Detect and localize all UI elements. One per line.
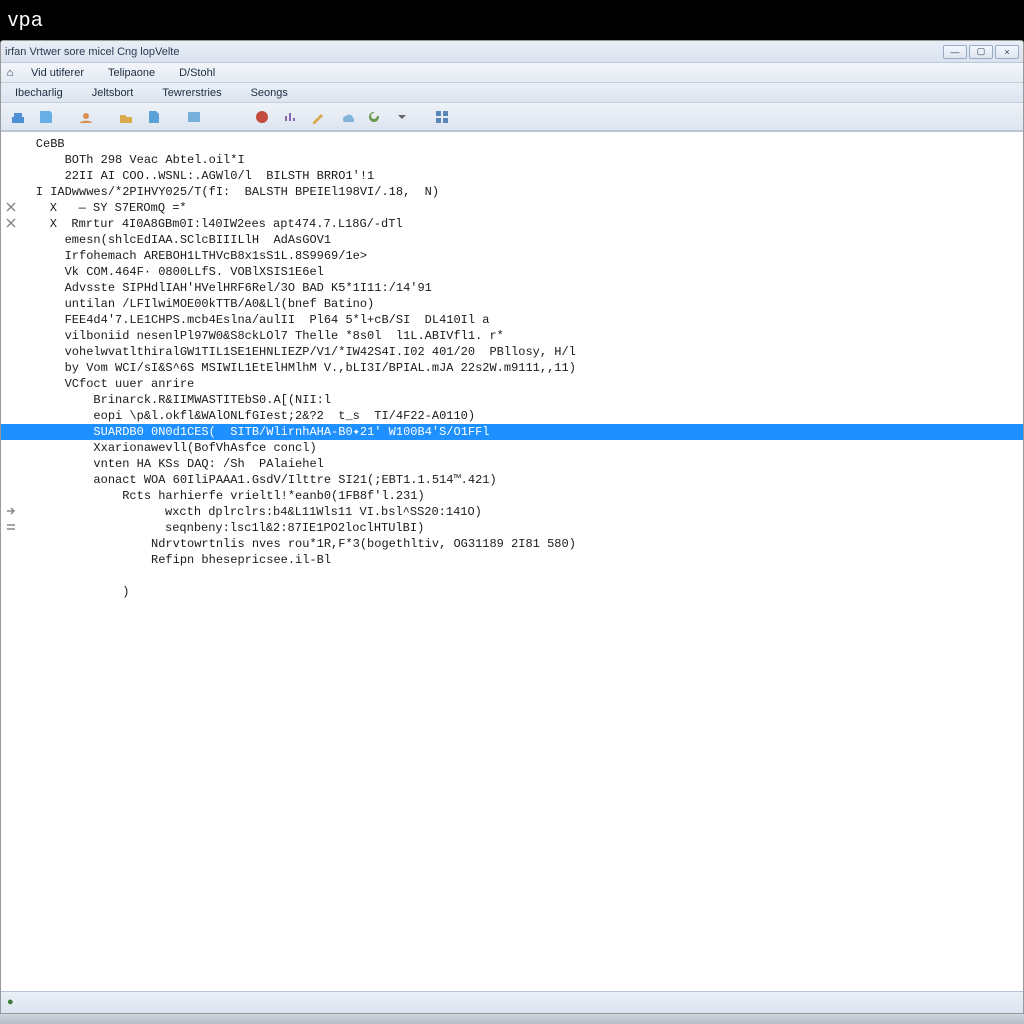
tab-0[interactable]: Ibecharlig [1, 83, 78, 102]
grid-icon[interactable] [431, 106, 453, 128]
new-icon[interactable] [35, 106, 57, 128]
code-line[interactable]: X Rmrtur 4I0A8GBm0I:l40IW2ees apt474.7.L… [1, 216, 1023, 232]
close-button[interactable]: × [995, 45, 1019, 59]
code-line[interactable]: CeBB [1, 136, 1023, 152]
menu-item-1[interactable]: Telipaone [96, 63, 167, 82]
code-line[interactable]: vilboniid nesenlPl97W0&S8ckLOl7 Thelle *… [1, 328, 1023, 344]
code-line[interactable]: Advsste SIPHdlIAH'HVelHRF6Rel/3O BAD K5*… [1, 280, 1023, 296]
cloud-icon[interactable] [335, 106, 357, 128]
code-line[interactable] [1, 568, 1023, 584]
tabbar: Ibecharlig Jeltsbort Tewrerstries Seongs [1, 83, 1023, 103]
chart-icon[interactable] [279, 106, 301, 128]
dropdown-icon[interactable] [391, 106, 413, 128]
logo-text: vpa [8, 9, 43, 32]
code-line[interactable]: aonact WOA 60IliPAAA1.GsdV/Ilttre SI21(;… [1, 472, 1023, 488]
people-icon[interactable] [75, 106, 97, 128]
window-controls: — ▢ × [943, 45, 1019, 59]
toolbar [1, 103, 1023, 131]
code-line[interactable]: vohelwvatlthiralGW1TIL1SE1EHNLIEZP/V1/*I… [1, 344, 1023, 360]
code-line[interactable]: Rcts harhierfe vrieltl!*eanb0(1FB8f'l.23… [1, 488, 1023, 504]
minimize-button[interactable]: — [943, 45, 967, 59]
code-line[interactable]: BOTh 298 Veac Abtel.oil*I [1, 152, 1023, 168]
code-line[interactable]: 22II AI COO..WSNL:.AGWl0/l BILSTH BRRO1'… [1, 168, 1023, 184]
send-icon[interactable] [7, 106, 29, 128]
code-line[interactable]: Refipn bhesepricsee.il-Bl [1, 552, 1023, 568]
folder-icon[interactable] [115, 106, 137, 128]
code-line[interactable]: VCfoct uuer anrire [1, 376, 1023, 392]
tab-2[interactable]: Tewrerstries [148, 83, 236, 102]
gutter-x-icon [5, 217, 17, 229]
menu-item-0[interactable]: Vid utiferer [19, 63, 96, 82]
code-line[interactable]: vnten HA KSs DAQ: /Sh PAlaiehel [1, 456, 1023, 472]
tab-3[interactable]: Seongs [237, 83, 303, 102]
desktop-topbar: vpa [0, 0, 1024, 40]
code-line[interactable]: Xxarionawevll(BofVhAsfce concl) [1, 440, 1023, 456]
code-line[interactable]: Irfohemach AREBOH1LTHVcB8x1sS1L.8S9969/1… [1, 248, 1023, 264]
code-line[interactable]: Ndrvtowrtnlis nves rou*1R,F*3(bogethltiv… [1, 536, 1023, 552]
pencil-icon[interactable] [307, 106, 329, 128]
tool-icon[interactable] [223, 106, 245, 128]
table-icon[interactable] [183, 106, 205, 128]
gutter-arrow-icon [5, 505, 17, 517]
app-window: irfan Vrtwer sore micel Cng lopVelte — ▢… [0, 40, 1024, 1014]
code-line[interactable]: Vk COM.464F· 0800LLfS. VOBlXSIS1E6el [1, 264, 1023, 280]
code-line[interactable]: by Vom WCI/sI&S^6S MSIWIL1EtElHMlhM V.,b… [1, 360, 1023, 376]
status-led-icon: ● [7, 996, 21, 1010]
code-line[interactable]: I IADwwwes/*2PIHVY025/T(fI: BALSTH BPEIE… [1, 184, 1023, 200]
tab-1[interactable]: Jeltsbort [78, 83, 149, 102]
maximize-button[interactable]: ▢ [969, 45, 993, 59]
doc-icon[interactable] [143, 106, 165, 128]
code-line[interactable]: emesn(shlcEdIAA.SClcBIIILlH AdAsGOV1 [1, 232, 1023, 248]
code-line[interactable]: seqnbeny:lsc1l&2:87IE1PO2loclHTUlBI) [1, 520, 1023, 536]
code-line[interactable]: wxcth dplrclrs:b4&L11Wls11 VI.bsl^SS20:1… [1, 504, 1023, 520]
menu-item-2[interactable]: D/Stohl [167, 63, 227, 82]
code-line[interactable]: Brinarck.R&IIMWASTITEbS0.A[(NII:l [1, 392, 1023, 408]
gutter-expand-icon [5, 521, 17, 533]
window-title: irfan Vrtwer sore micel Cng lopVelte [5, 46, 179, 58]
code-line[interactable]: eopi \p&l.okfl&WAlONLfGIest;2&?2 t_s TI/… [1, 408, 1023, 424]
statusbar: ● [1, 991, 1023, 1013]
globe-icon[interactable] [251, 106, 273, 128]
refresh-icon[interactable] [363, 106, 385, 128]
code-line[interactable]: SUARDB0 0N0d1CES( SITB/WlirnhAHA-B0✦21' … [1, 424, 1023, 440]
gutter-x-icon [5, 201, 17, 213]
code-line[interactable]: untilan /LFIlwiMOE00kTTB/A0&Ll(bnef Bati… [1, 296, 1023, 312]
code-line[interactable]: X — SY S7EROmQ =* [1, 200, 1023, 216]
code-line[interactable]: FEE4d4'7.LE1CHPS.mcb4Eslna/aulII Pl64 5*… [1, 312, 1023, 328]
code-line[interactable]: ) [1, 584, 1023, 600]
window-titlebar[interactable]: irfan Vrtwer sore micel Cng lopVelte — ▢… [1, 41, 1023, 63]
menu-home-icon[interactable]: ⌂ [1, 63, 19, 82]
menubar: ⌂ Vid utiferer Telipaone D/Stohl [1, 63, 1023, 83]
desktop-bottom-edge [0, 1014, 1024, 1024]
editor-content[interactable]: CeBB BOTh 298 Veac Abtel.oil*I 22II AI C… [1, 131, 1023, 991]
